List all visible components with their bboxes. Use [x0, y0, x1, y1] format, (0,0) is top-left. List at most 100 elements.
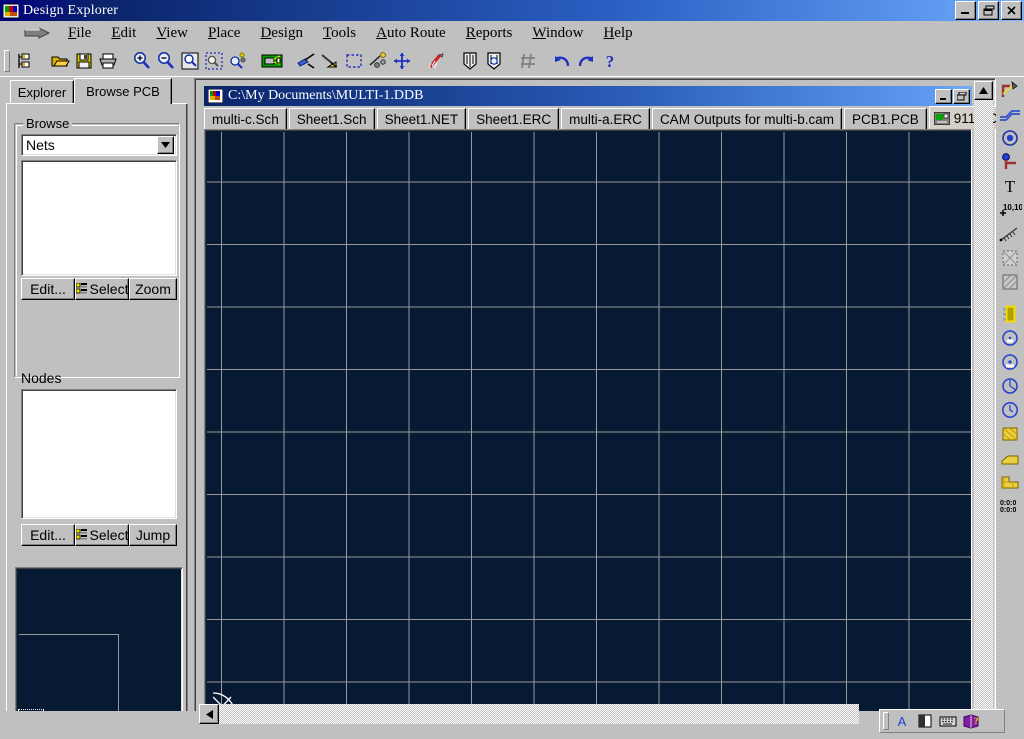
- vscroll-up-arrow[interactable]: [974, 81, 993, 100]
- doc-restore-button[interactable]: [953, 89, 970, 104]
- place-string-icon[interactable]: T: [997, 174, 1023, 198]
- browse-components-icon[interactable]: [458, 49, 482, 73]
- bottom-scroll-left-arrow[interactable]: [199, 704, 219, 724]
- mask-level-icon[interactable]: [915, 712, 935, 730]
- browse-group-title: Browse: [23, 116, 72, 131]
- print-icon[interactable]: [96, 49, 120, 73]
- place-fill-icon[interactable]: [997, 422, 1023, 446]
- doc-tab-sheet1-sch[interactable]: Sheet1.Sch: [289, 108, 375, 129]
- doc-tab-label: CAM Outputs for multi-b.cam: [660, 112, 834, 127]
- vscroll-track[interactable]: [974, 81, 993, 730]
- chevron-down-icon[interactable]: [157, 136, 174, 154]
- browse-type-combo[interactable]: Nets: [21, 134, 177, 156]
- place-dimension-icon[interactable]: [997, 222, 1023, 246]
- text-mode-icon[interactable]: A: [892, 712, 912, 730]
- doc-tab-sheet1-erc[interactable]: Sheet1.ERC: [468, 108, 559, 129]
- menu-item-auto-route[interactable]: Auto Route: [366, 23, 456, 44]
- redo-icon[interactable]: [574, 49, 598, 73]
- select-area-icon[interactable]: [342, 49, 366, 73]
- pcb-canvas[interactable]: [207, 132, 971, 739]
- pcb-minimap[interactable]: [15, 567, 183, 732]
- doc-tab-sheet1-net[interactable]: Sheet1.NET: [377, 108, 467, 129]
- doc-tab-multi-a-erc[interactable]: multi-a.ERC: [561, 108, 650, 129]
- zoom-area-icon[interactable]: [202, 49, 226, 73]
- place-track-icon[interactable]: [997, 102, 1023, 126]
- doc-tab-label: multi-c.Sch: [212, 112, 279, 127]
- nets-edit-button[interactable]: Edit...: [21, 278, 75, 300]
- place-room-icon[interactable]: [997, 246, 1023, 270]
- tab-browse-pcb[interactable]: Browse PCB: [74, 78, 172, 104]
- array-paste-icon[interactable]: 0:0:0 0:0:0: [997, 494, 1023, 518]
- browse-pcb-panel-body: Browse Nets Edit...: [6, 103, 188, 731]
- toggle-grid-icon[interactable]: [516, 49, 540, 73]
- place-split-plane-icon[interactable]: [997, 446, 1023, 470]
- doc-tab-multi-c-sch[interactable]: multi-c.Sch: [204, 108, 287, 129]
- window-title-bar: Design Explorer: [0, 0, 1024, 21]
- status-grip[interactable]: [883, 712, 889, 730]
- move-icon[interactable]: [390, 49, 414, 73]
- menu-item-reports[interactable]: Reports: [456, 23, 523, 44]
- pcb-icon: [934, 112, 950, 125]
- mdi-vertical-scrollbar[interactable]: [974, 81, 993, 730]
- menu-item-view[interactable]: View: [146, 23, 198, 44]
- place-polygon-plane-icon[interactable]: [997, 270, 1023, 294]
- open-document-icon[interactable]: [48, 49, 72, 73]
- menu-item-place[interactable]: Place: [198, 23, 250, 44]
- nodes-list[interactable]: [21, 389, 177, 519]
- open-design-database-icon[interactable]: [14, 49, 38, 73]
- tab-explorer[interactable]: Explorer: [10, 80, 74, 104]
- place-arc-any-angle-icon[interactable]: [997, 374, 1023, 398]
- mdi-horizontal-scrollbar[interactable]: [199, 704, 859, 724]
- paste-icon[interactable]: [318, 49, 342, 73]
- pcb-placement-toolbar: T 10,10: [996, 78, 1024, 708]
- clear-selection-icon[interactable]: [424, 49, 448, 73]
- nets-zoom-button[interactable]: Zoom: [129, 278, 177, 300]
- menu-item-help[interactable]: Help: [593, 23, 642, 44]
- nodes-select-button[interactable]: Select: [75, 524, 129, 546]
- nets-list[interactable]: [21, 160, 177, 276]
- nets-select-button[interactable]: Select: [75, 278, 129, 300]
- save-icon[interactable]: [72, 49, 96, 73]
- help-icon[interactable]: ?: [598, 49, 622, 73]
- close-button[interactable]: [1001, 1, 1022, 20]
- pcb-view-icon[interactable]: [260, 49, 284, 73]
- minimize-button[interactable]: [955, 1, 976, 20]
- interactive-routing-icon[interactable]: [997, 78, 1023, 102]
- browse-nets-icon[interactable]: [482, 49, 506, 73]
- place-arc-edge-icon[interactable]: [997, 350, 1023, 374]
- toolbar-grip[interactable]: [4, 50, 10, 72]
- menu-grip[interactable]: [22, 25, 52, 43]
- nets-edit-label: Edit...: [30, 281, 66, 297]
- place-copper-pour-icon[interactable]: [997, 470, 1023, 494]
- place-via-icon[interactable]: [997, 150, 1023, 174]
- undo-icon[interactable]: [550, 49, 574, 73]
- bottom-scroll-track[interactable]: [199, 704, 859, 724]
- doc-tab-cam-outputs[interactable]: CAM Outputs for multi-b.cam: [652, 108, 842, 129]
- nodes-edit-button[interactable]: Edit...: [21, 524, 75, 546]
- menu-item-file[interactable]: File: [58, 23, 101, 44]
- keyboard-icon[interactable]: [938, 712, 958, 730]
- place-coordinate-icon[interactable]: 10,10: [997, 198, 1023, 222]
- place-pad-icon[interactable]: [997, 126, 1023, 150]
- zoom-selection-icon[interactable]: [226, 49, 250, 73]
- svg-text:10,10: 10,10: [1003, 203, 1022, 212]
- zoom-out-icon[interactable]: [154, 49, 178, 73]
- place-full-circle-icon[interactable]: [997, 398, 1023, 422]
- place-component-icon[interactable]: [997, 302, 1023, 326]
- menu-item-window[interactable]: Window: [522, 23, 593, 44]
- doc-tab-pcb1-pcb[interactable]: PCB1.PCB: [844, 108, 927, 129]
- menu-item-tools[interactable]: Tools: [313, 23, 366, 44]
- help-book-icon[interactable]: ?: [961, 712, 981, 730]
- place-arc-center-icon[interactable]: [997, 326, 1023, 350]
- move-selection-icon[interactable]: [366, 49, 390, 73]
- restore-button[interactable]: [978, 1, 999, 20]
- doc-minimize-button[interactable]: [935, 89, 952, 104]
- menu-item-edit[interactable]: Edit: [101, 23, 146, 44]
- select-icon: [76, 527, 87, 543]
- menu-item-design[interactable]: Design: [250, 23, 313, 44]
- nets-select-label: Select: [90, 281, 129, 297]
- nodes-jump-button[interactable]: Jump: [129, 524, 177, 546]
- zoom-in-icon[interactable]: [130, 49, 154, 73]
- cut-icon[interactable]: [294, 49, 318, 73]
- zoom-document-icon[interactable]: [178, 49, 202, 73]
